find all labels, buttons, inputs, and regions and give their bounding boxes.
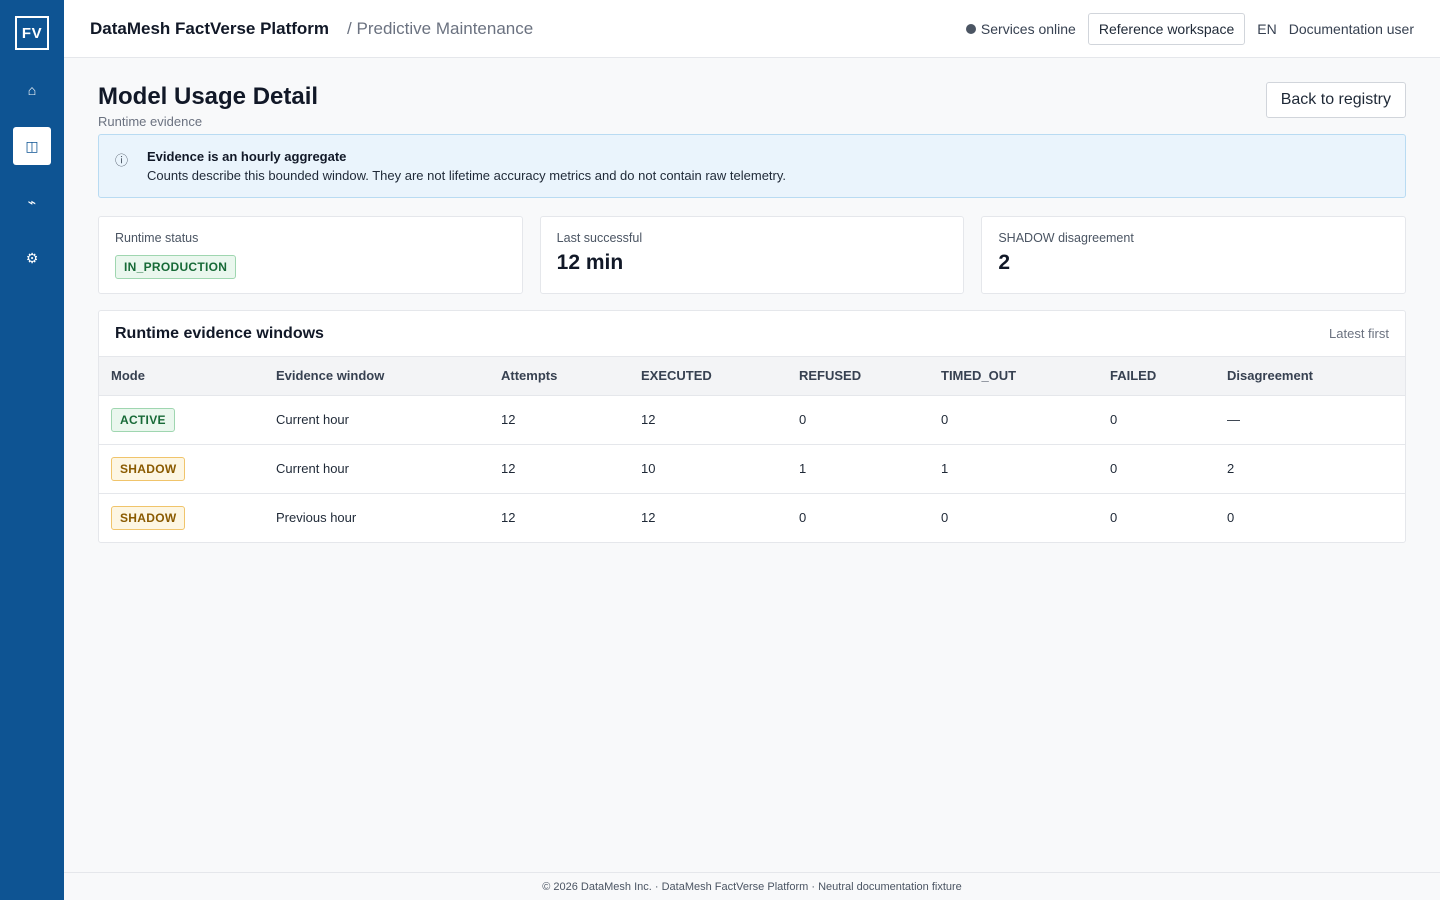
column-header: Evidence window <box>264 357 489 396</box>
attempts-cell: 12 <box>489 395 629 445</box>
summary-cards: Runtime status IN_PRODUCTION Last succes… <box>98 216 1407 294</box>
header-actions: Services online Reference workspace EN D… <box>965 12 1414 45</box>
status-dot-icon <box>965 23 976 34</box>
info-banner: ⓘ Evidence is an hourly aggregate Counts… <box>98 134 1406 198</box>
failed-cell: 0 <box>1098 395 1215 445</box>
column-header: Disagreement <box>1215 357 1405 396</box>
nav-activity-icon[interactable]: ⌁ <box>13 183 51 221</box>
mode-cell: ACTIVE <box>99 395 264 445</box>
page-subtitle: Runtime evidence <box>98 114 203 129</box>
app-logo[interactable]: FV <box>15 16 49 50</box>
language-selector[interactable]: EN <box>1257 21 1276 37</box>
refused-cell: 0 <box>799 510 807 526</box>
title-row: Model Usage Detail Runtime evidence Back… <box>98 82 1406 129</box>
sidebar: FV ⌂ ◫ ⌁ ⚙ <box>0 0 64 900</box>
page-title: Model Usage Detail <box>98 83 319 110</box>
card-value: 2 <box>998 251 1011 274</box>
card-label: Runtime status <box>115 231 199 245</box>
column-header: Attempts <box>489 357 629 396</box>
panel-title: Runtime evidence windows <box>115 324 324 342</box>
info-icon: ⓘ <box>115 153 129 168</box>
executed-cell: 12 <box>641 510 656 526</box>
column-header: Mode <box>99 357 264 396</box>
card-value: 12 min <box>556 251 624 274</box>
nav-settings-icon[interactable]: ⚙ <box>13 239 51 277</box>
table-row: ACTIVE Current hour 12 12 0 0 0 — <box>99 395 1405 445</box>
failed-cell: 0 <box>1098 444 1215 494</box>
disagreement-cell: 0 <box>1227 510 1235 526</box>
disagreement-cell: — <box>1215 395 1405 445</box>
mode-cell: SHADOW <box>99 493 264 542</box>
timed-out-cell: 0 <box>941 510 949 526</box>
last-successful-card: Last successful 12 min <box>539 216 965 294</box>
table-row: SHADOW Previous hour 12 12 0 0 0 0 <box>99 493 1405 542</box>
top-header: DataMesh FactVerse Platform / Predictive… <box>64 0 1440 58</box>
evidence-panel: Runtime evidence windows Latest first Mo… <box>98 310 1406 543</box>
panel-header: Runtime evidence windows Latest first <box>99 311 1405 357</box>
timed-out-cell: 0 <box>929 395 1098 445</box>
window-cell: Previous hour <box>276 510 357 526</box>
mode-badge: ACTIVE <box>111 407 175 432</box>
service-status-label: Services online <box>980 20 1076 37</box>
attempts-cell: 12 <box>489 444 629 494</box>
executed-cell: 12 <box>629 395 787 445</box>
timed-out-cell: 1 <box>929 444 1098 494</box>
table-row: SHADOW Current hour 12 10 1 1 0 2 <box>99 444 1405 494</box>
mode-badge: SHADOW <box>111 505 186 530</box>
column-header: REFUSED <box>787 357 929 396</box>
window-cell: Current hour <box>264 444 489 494</box>
user-menu[interactable]: Documentation user <box>1289 21 1414 37</box>
runtime-status-card: Runtime status IN_PRODUCTION <box>98 216 523 294</box>
runtime-status-badge: IN_PRODUCTION <box>115 255 237 279</box>
mode-cell: SHADOW <box>99 444 264 494</box>
workspace-button[interactable]: Reference workspace <box>1087 12 1246 45</box>
mode-badge: SHADOW <box>111 456 186 481</box>
refused-cell: 1 <box>787 444 929 494</box>
brand-name: DataMesh FactVerse Platform <box>90 18 330 38</box>
column-header: TIMED_OUT <box>929 357 1098 396</box>
failed-cell: 0 <box>1110 510 1118 526</box>
sort-order-label: Latest first <box>1329 326 1389 341</box>
executed-cell: 10 <box>629 444 787 494</box>
shadow-disagreement-card: SHADOW disagreement 2 <box>981 216 1407 294</box>
attempts-cell: 12 <box>501 510 516 526</box>
table-header-row: Mode Evidence window Attempts EXECUTED R… <box>99 357 1405 396</box>
nav-home-icon[interactable]: ⌂ <box>13 71 51 109</box>
disagreement-cell: 2 <box>1215 444 1405 494</box>
nav-registry-icon[interactable]: ◫ <box>13 127 51 165</box>
column-header: EXECUTED <box>629 357 787 396</box>
refused-cell: 0 <box>787 395 929 445</box>
card-label: Last successful <box>556 231 643 245</box>
page-footer: © 2026 DataMesh Inc. · DataMesh FactVers… <box>64 872 1440 900</box>
info-title: Evidence is an hourly aggregate <box>147 149 347 164</box>
breadcrumb[interactable]: / Predictive Maintenance <box>347 19 533 39</box>
card-label: SHADOW disagreement <box>998 231 1134 245</box>
info-text: Counts describe this bounded window. The… <box>147 168 787 183</box>
main-content: Model Usage Detail Runtime evidence Back… <box>98 82 1407 543</box>
column-header: FAILED <box>1098 357 1215 396</box>
back-to-registry-button[interactable]: Back to registry <box>1265 82 1406 118</box>
evidence-table: Mode Evidence window Attempts EXECUTED R… <box>99 357 1405 542</box>
window-cell: Current hour <box>264 395 489 445</box>
service-status: Services online <box>965 20 1076 37</box>
